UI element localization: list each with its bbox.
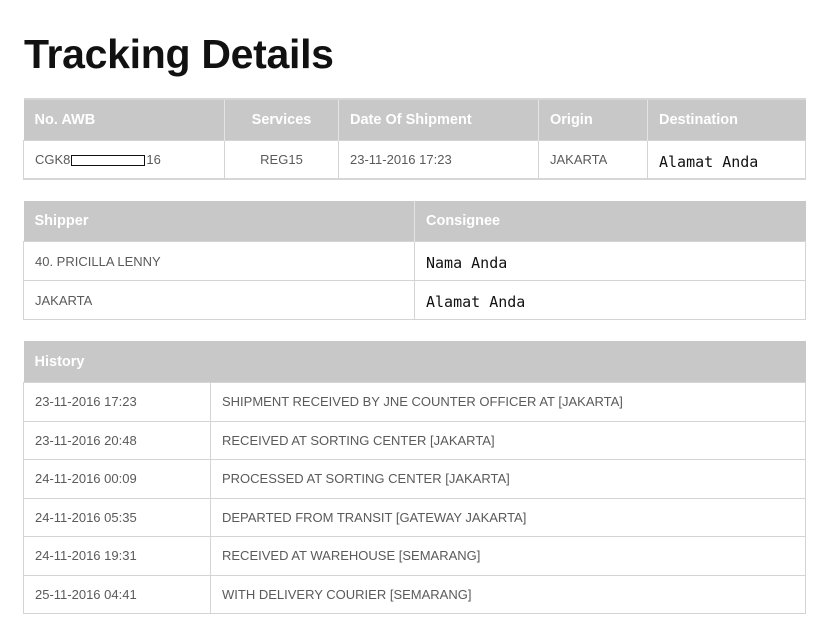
consignee-name-value: Nama Anda xyxy=(426,254,508,272)
header-history: History xyxy=(23,341,806,383)
party-header-row: Shipper Consignee xyxy=(23,201,806,242)
history-status: WITH DELIVERY COURIER [SEMARANG] xyxy=(210,574,806,614)
party-table: Shipper Consignee 40. PRICILLA LENNY Nam… xyxy=(23,201,806,320)
history-date: 24-11-2016 19:31 xyxy=(23,536,211,576)
history-status: PROCESSED AT SORTING CENTER [JAKARTA] xyxy=(210,459,806,499)
history-row: 23-11-2016 20:48 RECEIVED AT SORTING CEN… xyxy=(23,420,806,460)
header-consignee: Consignee xyxy=(414,201,806,242)
redaction-box xyxy=(71,155,146,167)
page-title: Tracking Details xyxy=(24,31,334,77)
awb-header-row: No. AWB Services Date Of Shipment Origin… xyxy=(23,99,806,141)
origin-cell: JAKARTA xyxy=(538,140,648,180)
consignee-address-cell: Alamat Anda xyxy=(414,280,806,320)
awb-prefix: CGK8 xyxy=(35,152,71,167)
history-date: 25-11-2016 04:41 xyxy=(23,574,211,614)
history-table: History 23-11-2016 17:23 SHIPMENT RECEIV… xyxy=(23,341,806,614)
history-status: SHIPMENT RECEIVED BY JNE COUNTER OFFICER… xyxy=(210,382,806,422)
awb-number-cell: CGK8 16 xyxy=(23,140,225,180)
history-row: 24-11-2016 05:35 DEPARTED FROM TRANSIT [… xyxy=(23,497,806,537)
header-awb: No. AWB xyxy=(23,99,225,141)
shipper-name-cell: 40. PRICILLA LENNY xyxy=(23,241,415,281)
destination-value: Alamat Anda xyxy=(659,152,759,171)
party-row: JAKARTA Alamat Anda xyxy=(23,280,806,320)
history-date: 23-11-2016 17:23 xyxy=(23,382,211,422)
shipper-city-cell: JAKARTA xyxy=(23,280,415,320)
awb-suffix: 16 xyxy=(146,152,161,167)
consignee-address-value: Alamat Anda xyxy=(426,293,526,311)
header-shipper: Shipper xyxy=(23,201,415,242)
history-row: 23-11-2016 17:23 SHIPMENT RECEIVED BY JN… xyxy=(23,382,806,422)
party-row: 40. PRICILLA LENNY Nama Anda xyxy=(23,241,806,281)
history-status: DEPARTED FROM TRANSIT [GATEWAY JAKARTA] xyxy=(210,497,806,537)
history-status: RECEIVED AT WAREHOUSE [SEMARANG] xyxy=(210,536,806,576)
header-destination: Destination xyxy=(647,99,806,141)
history-row: 25-11-2016 04:41 WITH DELIVERY COURIER [… xyxy=(23,574,806,614)
header-services: Services xyxy=(224,99,339,141)
history-header-row: History xyxy=(23,341,806,383)
service-cell: REG15 xyxy=(224,140,339,180)
history-date: 23-11-2016 20:48 xyxy=(23,420,211,460)
header-date-of-shipment: Date Of Shipment xyxy=(338,99,539,141)
destination-cell: Alamat Anda xyxy=(647,140,806,180)
awb-table: No. AWB Services Date Of Shipment Origin… xyxy=(23,98,806,180)
header-origin: Origin xyxy=(538,99,648,141)
awb-row: CGK8 16 REG15 23-11-2016 17:23 JAKARTA Al… xyxy=(23,140,806,180)
history-row: 24-11-2016 00:09 PROCESSED AT SORTING CE… xyxy=(23,459,806,499)
history-date: 24-11-2016 05:35 xyxy=(23,497,211,537)
shipment-date-cell: 23-11-2016 17:23 xyxy=(338,140,539,180)
consignee-name-cell: Nama Anda xyxy=(414,241,806,281)
history-row: 24-11-2016 19:31 RECEIVED AT WAREHOUSE [… xyxy=(23,536,806,576)
history-status: RECEIVED AT SORTING CENTER [JAKARTA] xyxy=(210,420,806,460)
history-date: 24-11-2016 00:09 xyxy=(23,459,211,499)
